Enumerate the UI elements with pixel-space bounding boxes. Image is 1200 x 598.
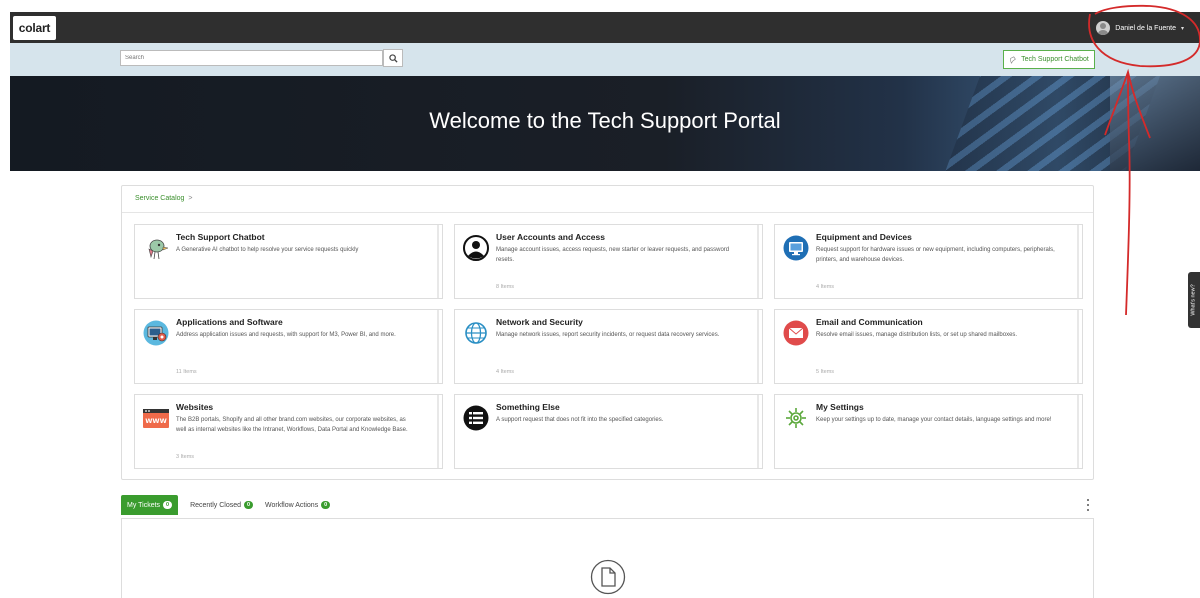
- list-icon: [463, 405, 489, 431]
- user-menu[interactable]: Daniel de la Fuente ▾: [1096, 18, 1184, 38]
- ticket-tabs: My Tickets 0 Recently Closed 0 Workflow …: [121, 495, 331, 515]
- chatbot-icon: [148, 239, 169, 260]
- tab-recently-closed[interactable]: Recently Closed 0: [190, 495, 254, 515]
- card-title: Equipment and Devices: [816, 232, 912, 242]
- card-item-count: 11 Items: [176, 369, 197, 375]
- card-item-count: 3 Items: [176, 454, 195, 460]
- count-badge: 0: [321, 501, 331, 509]
- catalog-card-websites[interactable]: WWW Websites The B2B portals, Shopify an…: [134, 394, 443, 469]
- catalog-card-user-accounts[interactable]: User Accounts and Access Manage account …: [454, 224, 763, 299]
- gear-icon: [786, 408, 806, 428]
- chatbot-icon: [1010, 55, 1016, 64]
- card-item-count: 5 Items: [816, 369, 835, 375]
- catalog-card-my-settings[interactable]: My Settings Keep your settings up to dat…: [774, 394, 1083, 469]
- card-description: Resolve email issues, manage distributio…: [816, 332, 1018, 338]
- top-navigation-bar: colart Daniel de la Fuente ▾: [10, 12, 1200, 43]
- chevron-down-icon[interactable]: ▾: [1181, 25, 1184, 32]
- catalog-card-applications-software[interactable]: Applications and Software Address applic…: [134, 309, 443, 384]
- card-title: Email and Communication: [816, 317, 923, 327]
- card-title: My Settings: [816, 402, 864, 412]
- card-item-count: 4 Items: [816, 284, 835, 290]
- whats-new-label: What's new?: [1191, 284, 1198, 316]
- breadcrumb-separator: >: [188, 195, 193, 202]
- card-title: Websites: [176, 402, 214, 412]
- card-title: Applications and Software: [176, 317, 283, 327]
- card-title: Network and Security: [496, 317, 583, 327]
- svg-text:WWW: WWW: [145, 417, 167, 425]
- tab-label: Recently Closed: [190, 501, 242, 509]
- card-description: Manage account issues, access requests, …: [496, 247, 730, 263]
- software-icon: [143, 320, 169, 346]
- tab-workflow-actions[interactable]: Workflow Actions 0: [265, 495, 331, 515]
- user-name[interactable]: Daniel de la Fuente: [1115, 25, 1176, 32]
- tickets-panel: [121, 518, 1094, 598]
- globe-icon: [465, 322, 487, 344]
- monitor-icon: [783, 235, 809, 261]
- card-description: Keep your settings up to date, manage yo…: [816, 417, 1052, 423]
- top-margin: [0, 0, 1200, 12]
- hero-title: Welcome to the Tech Support Portal: [429, 108, 781, 133]
- avatar[interactable]: [1096, 21, 1111, 35]
- catalog-card-email-communication[interactable]: Email and Communication Resolve email is…: [774, 309, 1083, 384]
- card-title: Something Else: [496, 402, 560, 412]
- tab-label: Workflow Actions: [265, 501, 319, 509]
- email-icon: [783, 320, 809, 346]
- card-item-count: 4 Items: [496, 369, 515, 375]
- card-item-count: 8 Items: [496, 284, 515, 290]
- more-options-icon[interactable]: [1084, 499, 1092, 511]
- document-icon: [590, 559, 626, 595]
- card-description: Request support for hardware issues or n…: [816, 247, 1055, 263]
- card-description: A Generative AI chatbot to help resolve …: [176, 247, 359, 253]
- count-badge: 0: [244, 501, 254, 509]
- catalog-card-something-else[interactable]: Something Else A support request that do…: [454, 394, 763, 469]
- card-description: Manage network issues, report security i…: [496, 332, 720, 338]
- catalog-card-equipment-devices[interactable]: Equipment and Devices Request support fo…: [774, 224, 1083, 299]
- tech-support-chatbot-button[interactable]: Tech Support Chatbot: [1003, 50, 1095, 69]
- colart-logo[interactable]: colart: [13, 16, 56, 40]
- divider: [122, 212, 1093, 213]
- www-icon: WWW: [143, 409, 169, 428]
- card-title: Tech Support Chatbot: [176, 232, 265, 242]
- card-description: A support request that does not fit into…: [496, 417, 664, 423]
- search-row: Tech Support Chatbot: [10, 43, 1200, 76]
- catalog-card-network-security[interactable]: Network and Security Manage network issu…: [454, 309, 763, 384]
- card-description: The B2B portals, Shopify and all other b…: [176, 417, 408, 433]
- service-catalog-panel: Service Catalog > Tech Support Chatbot A …: [121, 185, 1094, 480]
- card-description: Address application issues and requests,…: [176, 332, 396, 338]
- breadcrumb-service-catalog[interactable]: Service Catalog: [135, 195, 184, 202]
- search-input[interactable]: [120, 50, 383, 66]
- whats-new-tab[interactable]: What's new?: [1188, 272, 1200, 328]
- catalog-card-tech-support-chatbot[interactable]: Tech Support Chatbot A Generative AI cha…: [134, 224, 443, 299]
- search-button[interactable]: [383, 49, 403, 67]
- search-icon: [388, 53, 398, 63]
- chatbot-button-label: Tech Support Chatbot: [1021, 56, 1089, 63]
- tab-my-tickets[interactable]: My Tickets 0: [121, 495, 179, 515]
- hero-banner: Welcome to the Tech Support Portal: [10, 76, 1200, 171]
- card-title: User Accounts and Access: [496, 232, 605, 242]
- tab-label: My Tickets: [127, 501, 161, 509]
- user-account-icon: [463, 235, 489, 261]
- count-badge: 0: [163, 501, 173, 509]
- breadcrumb: Service Catalog >: [135, 195, 193, 202]
